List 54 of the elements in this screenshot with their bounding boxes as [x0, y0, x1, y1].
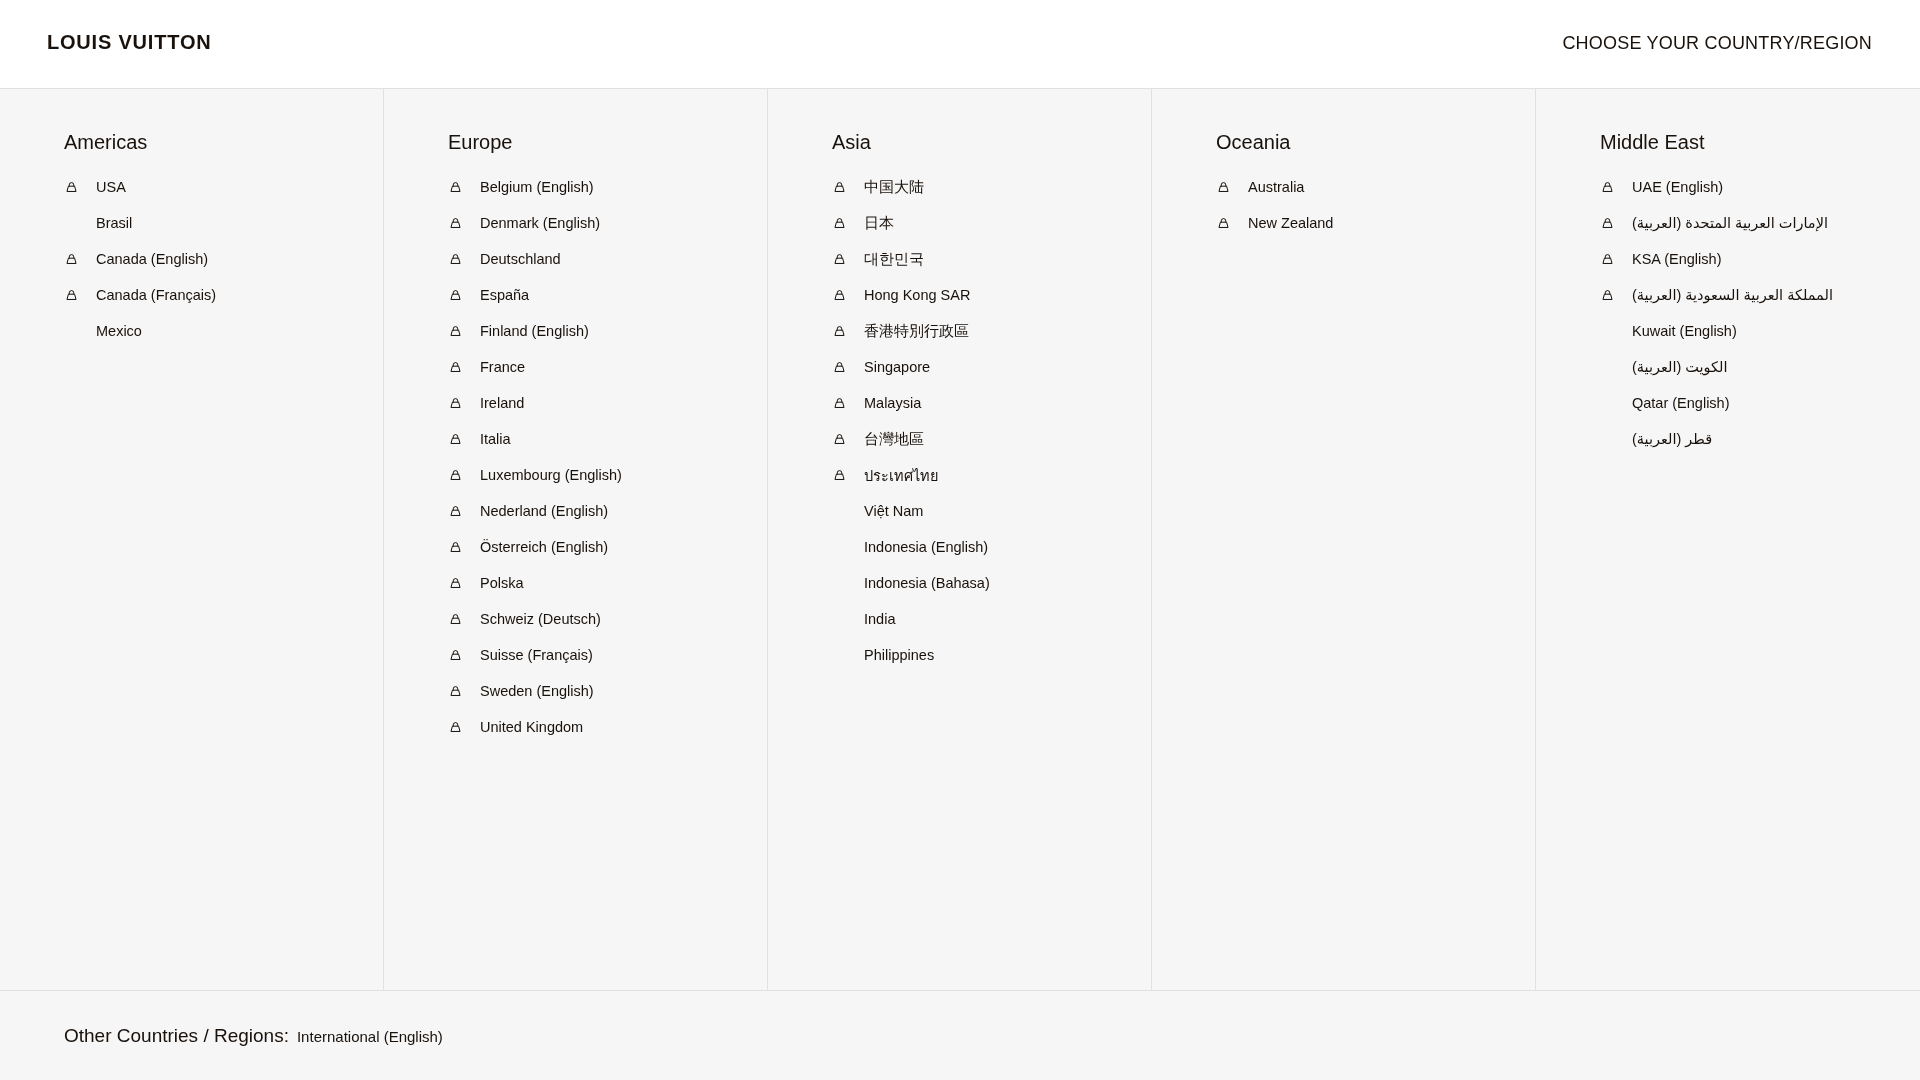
country-link[interactable]: Australia — [1248, 179, 1305, 195]
country-link[interactable]: Luxembourg (English) — [480, 467, 622, 483]
other-regions-label: Other Countries / Regions: — [64, 1024, 289, 1047]
country-link[interactable]: Mexico — [96, 323, 142, 339]
country-link[interactable]: الكويت (العربية) — [1632, 359, 1728, 375]
country-link[interactable]: Polska — [480, 575, 524, 591]
country-link[interactable]: Denmark (English) — [480, 215, 601, 231]
country-link[interactable]: الإمارات العربية المتحدة (العربية) — [1632, 215, 1828, 231]
country-link[interactable]: Nederland (English) — [480, 503, 609, 519]
country-link[interactable]: 中国大陆 — [864, 177, 924, 197]
country-link[interactable]: UAE (English) — [1632, 179, 1724, 195]
country-link[interactable]: Malaysia — [864, 395, 922, 411]
country-link[interactable]: Canada (English) — [96, 251, 209, 267]
country-link[interactable]: Österreich (English) — [480, 539, 609, 555]
country-link[interactable]: 香港特別行政區 — [864, 321, 969, 341]
country-link[interactable]: France — [480, 359, 526, 375]
country-link[interactable]: Deutschland — [480, 251, 561, 267]
country-link[interactable]: Indonesia (English) — [864, 539, 989, 555]
page-title: CHOOSE YOUR COUNTRY/REGION — [1562, 32, 1872, 54]
country-link[interactable]: Qatar (English) — [1632, 395, 1730, 411]
region-heading: Oceania — [1216, 130, 1292, 154]
country-link[interactable]: KSA (English) — [1632, 251, 1722, 267]
country-link[interactable]: India — [864, 611, 896, 627]
country-link[interactable]: 台灣地區 — [864, 429, 924, 449]
country-link[interactable]: Brasil — [96, 215, 133, 231]
country-link[interactable]: Ireland — [480, 395, 525, 411]
country-link[interactable]: Canada (Français) — [96, 287, 217, 303]
country-link[interactable]: ประเทศไทย — [864, 463, 938, 487]
country-link[interactable]: Indonesia (Bahasa) — [864, 575, 990, 591]
country-link[interactable]: Belgium (English) — [480, 179, 594, 195]
country-link[interactable]: Suisse (Français) — [480, 647, 593, 663]
country-link[interactable]: 대한민국 — [864, 249, 924, 269]
country-link[interactable]: Việt Nam — [864, 503, 924, 519]
brand-logo[interactable]: LOUIS VUITTON — [47, 30, 212, 54]
country-link[interactable]: Kuwait (English) — [1632, 323, 1737, 339]
country-link[interactable]: Hong Kong SAR — [864, 287, 971, 303]
country-link[interactable]: USA — [96, 179, 126, 195]
country-link[interactable]: Schweiz (Deutsch) — [480, 611, 601, 627]
country-link[interactable]: España — [480, 287, 530, 303]
country-link[interactable]: المملكة العربية السعودية (العربية) — [1632, 287, 1833, 303]
country-link[interactable]: Italia — [480, 431, 511, 447]
international-link[interactable]: International (English) — [296, 1028, 443, 1045]
region-heading: Americas — [64, 130, 149, 154]
country-link[interactable]: Sweden (English) — [480, 683, 594, 699]
country-link[interactable]: 日本 — [864, 213, 894, 233]
region-heading: Middle East — [1600, 130, 1706, 154]
country-link[interactable]: Singapore — [864, 359, 931, 375]
country-link[interactable]: United Kingdom — [480, 719, 584, 735]
region-heading: Asia — [832, 130, 872, 154]
country-link[interactable]: Philippines — [864, 647, 935, 663]
country-link[interactable]: New Zealand — [1248, 215, 1334, 231]
region-heading: Europe — [448, 130, 514, 154]
country-link[interactable]: Finland (English) — [480, 323, 589, 339]
country-link[interactable]: قطر (العربية) — [1632, 431, 1713, 447]
